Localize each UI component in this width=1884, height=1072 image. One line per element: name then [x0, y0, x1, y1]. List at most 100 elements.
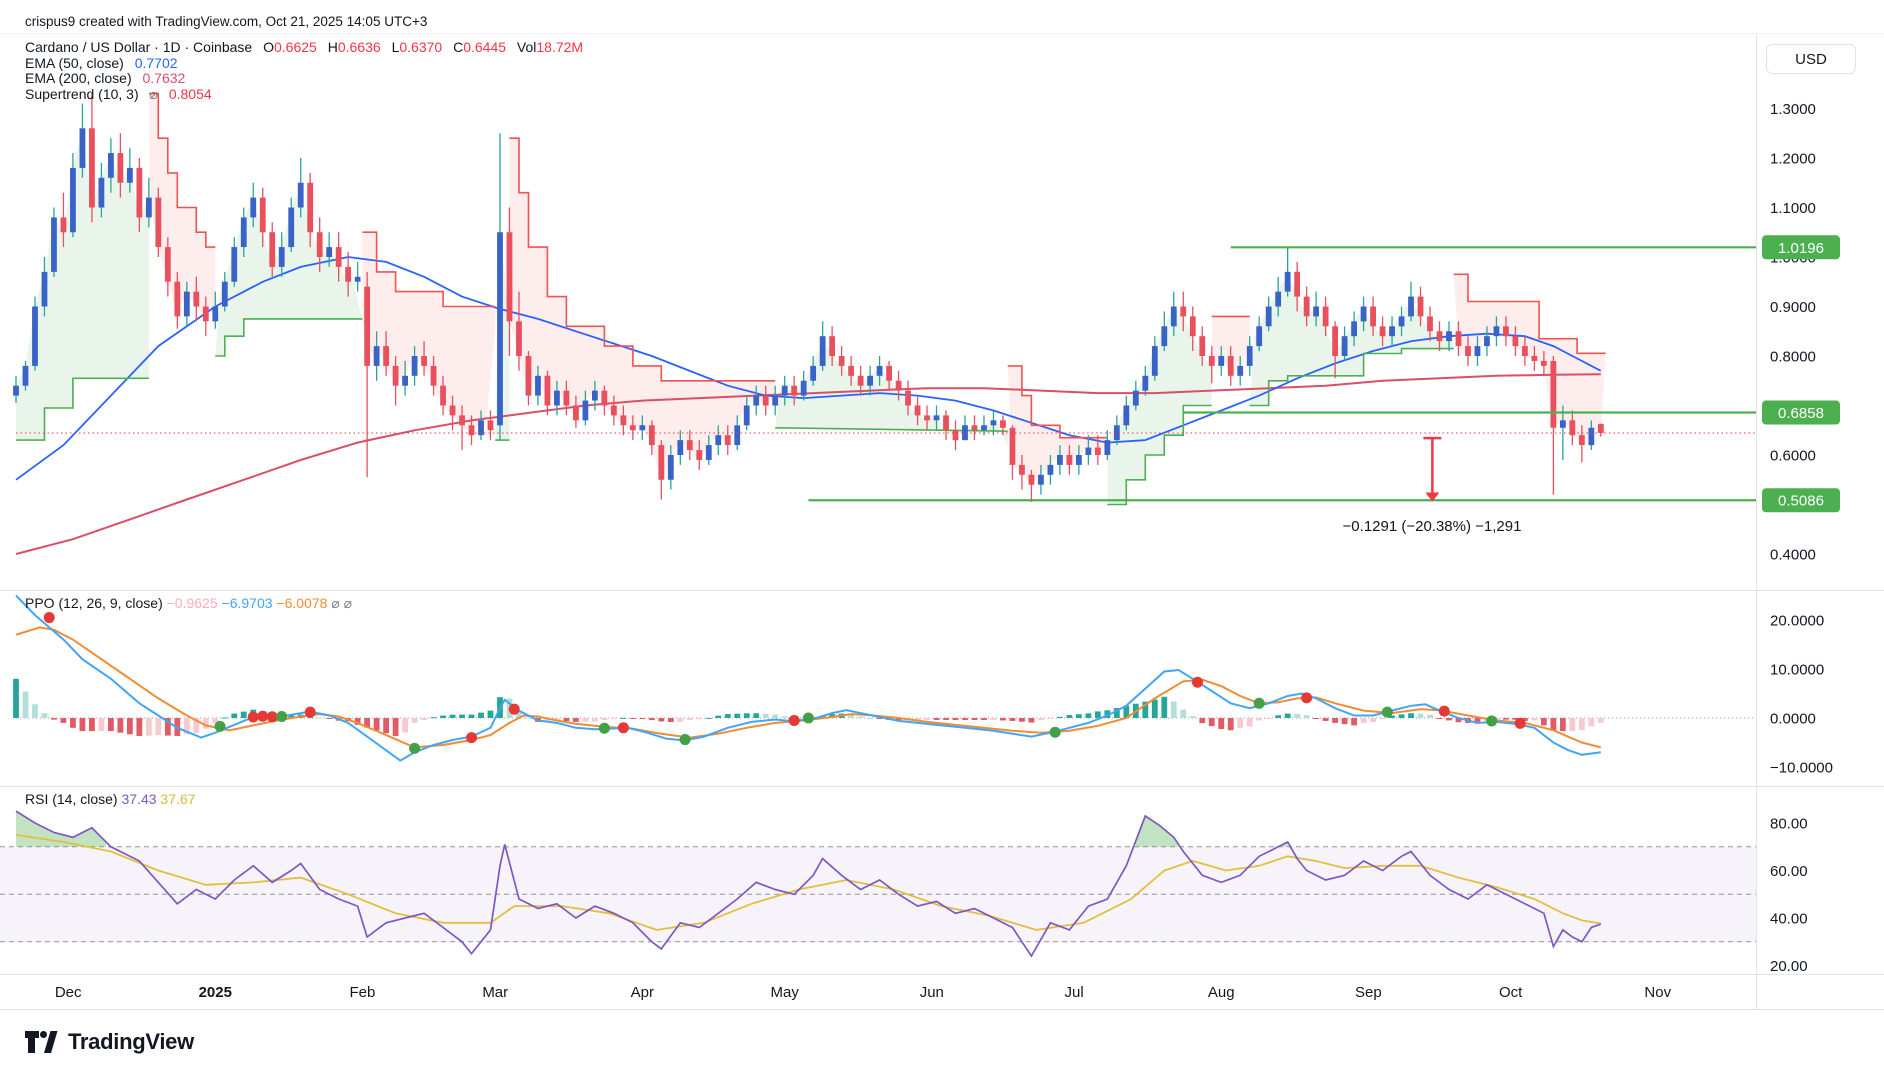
- ppo-panel[interactable]: [13, 596, 1756, 761]
- ppo-cross-dot: [1301, 692, 1312, 703]
- ppo-tick-label: 10.0000: [1770, 662, 1824, 679]
- supertrend-legend-row[interactable]: Supertrend (10, 3) ⌀ 0.8054: [25, 87, 583, 103]
- time-axis-label: Apr: [631, 984, 654, 1001]
- ppo-legend-row[interactable]: PPO (12, 26, 9, close) −0.9625 −6.9703 −…: [25, 595, 352, 612]
- rsi-tick-label: 80.00: [1770, 816, 1808, 833]
- price-tick-label: 0.6000: [1770, 448, 1816, 465]
- time-axis-label: Aug: [1208, 984, 1235, 1001]
- ppo-source-icon-2[interactable]: ⌀: [344, 595, 352, 611]
- ppo-cross-dot: [44, 612, 55, 623]
- ppo-signal-value: −6.0078: [276, 595, 327, 611]
- ppo-hist-value: −0.9625: [167, 595, 218, 611]
- ppo-cross-dot: [509, 704, 520, 715]
- ppo-line-value: −6.9703: [222, 595, 273, 611]
- ppo-cross-dot: [267, 711, 278, 722]
- rsi-ma-value: 37.67: [160, 791, 195, 807]
- time-axis[interactable]: Dec 2025 Feb Mar Apr May Jun Jul Aug Sep Oct Nov: [55, 984, 1672, 1001]
- currency-toggle-button[interactable]: USD: [1766, 44, 1856, 74]
- volume-value: 18.72M: [536, 39, 583, 55]
- ohlc-close-value: 0.6445: [463, 39, 506, 55]
- ppo-source-icon-1[interactable]: ⌀: [331, 595, 339, 611]
- time-axis-label: Jul: [1065, 984, 1084, 1001]
- time-axis-label: Dec: [55, 984, 82, 1001]
- ema50-legend-row[interactable]: EMA (50, close) 0.7702: [25, 56, 583, 72]
- ohlc-high-label: H: [328, 39, 338, 55]
- ppo-cross-dot: [248, 712, 259, 723]
- supertrend-value: 0.8054: [169, 86, 212, 102]
- rsi-legend-row[interactable]: RSI (14, close) 37.43 37.67: [25, 791, 195, 807]
- time-axis-label: Mar: [482, 984, 508, 1001]
- ohlc-open-label: O: [263, 39, 274, 55]
- main-legend: Cardano / US Dollar · 1D · Coinbase O0.6…: [25, 40, 583, 102]
- ppo-cross-dot: [789, 715, 800, 726]
- ppo-cross-dot: [1254, 698, 1265, 709]
- ppo-cross-dot: [1382, 707, 1393, 718]
- ema50-value: 0.7702: [135, 55, 178, 71]
- ohlc-high-value: 0.6636: [338, 39, 381, 55]
- rsi-tick-label: 60.00: [1770, 863, 1808, 880]
- ppo-cross-dot: [1192, 677, 1203, 688]
- rsi-tick-label: 40.00: [1770, 911, 1808, 928]
- ppo-cross-dot: [618, 722, 629, 733]
- ppo-cross-dot: [1439, 706, 1450, 717]
- ppo-cross-dot: [466, 732, 477, 743]
- tradingview-logo-icon: [24, 1028, 58, 1056]
- ppo-cross-dot: [257, 711, 268, 722]
- ppo-cross-dot: [305, 707, 316, 718]
- ppo-tick-label: 20.0000: [1770, 613, 1824, 630]
- rsi-label: RSI (14, close): [25, 791, 118, 807]
- ema200-legend-row[interactable]: EMA (200, close) 0.7632: [25, 71, 583, 87]
- ppo-cross-dot: [680, 734, 691, 745]
- supertrend-label: Supertrend (10, 3): [25, 86, 139, 102]
- ppo-tick-label: −10.0000: [1770, 760, 1833, 777]
- time-axis-label: Nov: [1644, 984, 1671, 1001]
- rsi-overbought-fill: [1136, 816, 1179, 847]
- ppo-line: [16, 596, 1601, 761]
- tradingview-logo[interactable]: TradingView: [24, 1028, 194, 1056]
- price-tick-label: 0.9000: [1770, 299, 1816, 316]
- tradingview-logo-text: TradingView: [68, 1029, 194, 1055]
- main-price-panel[interactable]: [16, 94, 1606, 554]
- rsi-tick-label: 20.00: [1770, 958, 1808, 975]
- time-axis-label: 2025: [199, 984, 232, 1001]
- ema200-value: 0.7632: [143, 70, 186, 86]
- time-axis-label: Feb: [349, 984, 375, 1001]
- ppo-label: PPO (12, 26, 9, close): [25, 595, 163, 611]
- ohlc-close-label: C: [453, 39, 463, 55]
- price-tick-label: 1.1000: [1770, 200, 1816, 217]
- chart-canvas[interactable]: 1.30001.20001.10001.00000.90000.80000.70…: [0, 0, 1884, 1072]
- price-badge-label: 0.5086: [1778, 493, 1824, 510]
- price-tick-label: 1.3000: [1770, 101, 1816, 118]
- time-axis-label: May: [771, 984, 800, 1001]
- ppo-cross-dot: [409, 743, 420, 754]
- attribution-text: crispus9 created with TradingView.com, O…: [25, 14, 427, 29]
- ema200-label: EMA (200, close): [25, 70, 132, 86]
- volume-label: Vol: [517, 39, 536, 55]
- ohlc-open-value: 0.6625: [274, 39, 317, 55]
- time-axis-label: Oct: [1499, 984, 1523, 1001]
- ema50-label: EMA (50, close): [25, 55, 124, 71]
- symbol-title: Cardano / US Dollar · 1D · Coinbase: [25, 39, 252, 55]
- supertrend-source-icon[interactable]: ⌀: [150, 86, 158, 102]
- price-axis[interactable]: 1.30001.20001.10001.00000.90000.80000.70…: [1762, 101, 1840, 975]
- ppo-cross-dot: [1486, 715, 1497, 726]
- price-tick-label: 0.8000: [1770, 349, 1816, 366]
- symbol-title-row[interactable]: Cardano / US Dollar · 1D · Coinbase O0.6…: [25, 40, 583, 56]
- rsi-value: 37.43: [121, 791, 156, 807]
- ppo-cross-dot: [1050, 727, 1061, 738]
- ppo-tick-label: 0.0000: [1770, 711, 1816, 728]
- measure-arrow: [1423, 438, 1441, 501]
- price-badge-label: 1.0196: [1778, 240, 1824, 257]
- ppo-signal-line: [16, 627, 1601, 747]
- tradingview-chart-page: { "attribution": "crispus9 created with …: [0, 0, 1884, 1072]
- ppo-cross-dot: [276, 711, 287, 722]
- supertrend-fill-down: [1454, 274, 1606, 445]
- ppo-cross-dot: [803, 713, 814, 724]
- price-badge-label: 0.6858: [1778, 405, 1824, 422]
- ppo-cross-dot: [215, 721, 226, 732]
- time-axis-label: Sep: [1355, 984, 1382, 1001]
- ppo-cross-dot: [1515, 718, 1526, 729]
- rsi-panel[interactable]: [0, 811, 1756, 956]
- time-axis-label: Jun: [920, 984, 944, 1001]
- price-tick-label: 0.4000: [1770, 547, 1816, 564]
